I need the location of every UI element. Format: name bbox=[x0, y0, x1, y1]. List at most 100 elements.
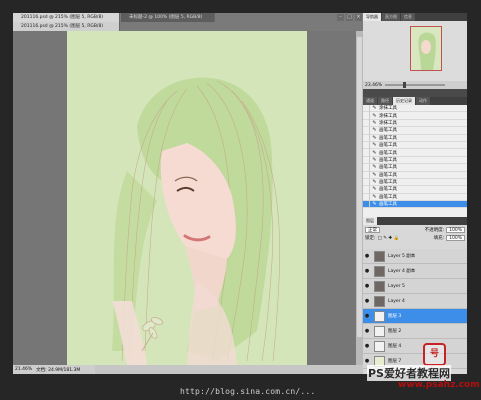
layer-row[interactable]: ● 图层 3 bbox=[363, 309, 467, 324]
layer-row[interactable]: ● Layer 4 副本 bbox=[363, 264, 467, 279]
layer-row[interactable]: ● 图层 4 bbox=[363, 339, 467, 354]
history-snapshot-checkbox[interactable] bbox=[363, 156, 370, 164]
history-item-label: 画笔工具 bbox=[379, 187, 397, 193]
brush-icon: ✎ bbox=[372, 201, 377, 208]
layer-row[interactable]: ● Layer 4 bbox=[363, 294, 467, 309]
history-tabs: 通道 路径 历史记录 动作 bbox=[363, 97, 467, 105]
blend-mode-select[interactable]: 正常 bbox=[365, 227, 380, 233]
history-item-label: 涂抹工具 bbox=[379, 120, 397, 126]
fill-label: 填充: bbox=[433, 236, 445, 241]
history-item[interactable]: ✎ 画笔工具 bbox=[363, 134, 467, 142]
history-snapshot-checkbox[interactable] bbox=[363, 200, 370, 208]
navigator-zoom-value[interactable]: 23.46% bbox=[365, 83, 382, 88]
eye-icon[interactable]: ● bbox=[363, 253, 371, 259]
history-snapshot-checkbox[interactable] bbox=[363, 104, 370, 112]
eye-icon[interactable]: ● bbox=[363, 268, 371, 274]
tab-actions[interactable]: 动作 bbox=[416, 97, 430, 105]
watermark-site-name: PS爱好者教程网 bbox=[367, 365, 451, 381]
history-item[interactable]: ✎ 画笔工具 bbox=[363, 163, 467, 172]
history-snapshot-checkbox[interactable] bbox=[363, 126, 370, 134]
eye-icon[interactable]: ● bbox=[363, 283, 371, 289]
fill-input[interactable]: 100% bbox=[446, 235, 465, 241]
layer-options: 正常 不透明度: 100% 锁定: □ ✎ ✚ 🔒 填充: 100% bbox=[363, 225, 467, 249]
history-snapshot-checkbox[interactable] bbox=[363, 141, 370, 149]
maximize-button[interactable]: □ bbox=[346, 14, 353, 21]
layer-thumbnail bbox=[374, 310, 385, 322]
history-snapshot-checkbox[interactable] bbox=[363, 186, 370, 193]
eye-icon[interactable]: ● bbox=[363, 343, 371, 349]
document-tab-title[interactable]: 201116.psd @ 215% (图层 5, RGB/8) bbox=[13, 22, 120, 31]
eye-icon[interactable]: ● bbox=[363, 313, 371, 319]
tab-history[interactable]: 历史记录 bbox=[393, 97, 415, 105]
history-item-label: 画笔工具 bbox=[379, 180, 397, 186]
history-snapshot-checkbox[interactable] bbox=[363, 178, 370, 186]
layer-thumbnail bbox=[374, 265, 385, 277]
history-snapshot-checkbox[interactable] bbox=[363, 134, 370, 142]
history-snapshot-checkbox[interactable] bbox=[363, 163, 370, 171]
painting-illustration bbox=[67, 31, 307, 365]
history-item[interactable]: ✎ 画笔工具 bbox=[363, 156, 467, 165]
history-item-label: 画笔工具 bbox=[379, 157, 397, 163]
history-item[interactable]: ✎ 画笔工具 bbox=[363, 171, 467, 179]
history-snapshot-checkbox[interactable] bbox=[363, 112, 370, 120]
navigator-thumbnail[interactable] bbox=[410, 26, 442, 71]
history-snapshot-checkbox[interactable] bbox=[363, 193, 370, 201]
history-item[interactable]: ✎ 画笔工具 bbox=[363, 178, 467, 187]
layer-thumbnail bbox=[374, 325, 385, 337]
painting-canvas[interactable] bbox=[67, 31, 307, 365]
layer-row[interactable]: ● 图层 2 bbox=[363, 324, 467, 339]
history-item[interactable]: ✎ 画笔工具 bbox=[363, 200, 467, 209]
layer-row[interactable]: ● Layer 5 副本 bbox=[363, 249, 467, 264]
layer-thumbnail bbox=[374, 340, 385, 352]
history-item[interactable]: ✎ 涂抹工具 bbox=[363, 112, 467, 120]
zoom-slider[interactable] bbox=[385, 82, 446, 88]
layers-tabs: 图层 bbox=[363, 217, 467, 225]
history-item[interactable]: ✎ 画笔工具 bbox=[363, 186, 467, 194]
brush-icon: ✎ bbox=[372, 127, 377, 134]
opacity-input[interactable]: 100% bbox=[446, 227, 465, 233]
eye-icon[interactable]: ● bbox=[363, 298, 371, 304]
panels-column: 导航器 直方图 信息 23.46% 通道 路径 历史记录 动作 ✎ 涂抹工具 ✎… bbox=[363, 13, 467, 374]
history-item[interactable]: ✎ 画笔工具 bbox=[363, 141, 467, 150]
document-tab-inactive[interactable]: 未标题-2 @ 100% (图层 5, RGB/8) bbox=[121, 13, 215, 22]
history-snapshot-checkbox[interactable] bbox=[363, 119, 370, 127]
horizontal-scrollbar[interactable] bbox=[95, 365, 363, 374]
history-snapshot-checkbox[interactable] bbox=[363, 149, 370, 157]
layer-name: Layer 5 bbox=[388, 283, 405, 289]
navigator-preview bbox=[411, 27, 441, 70]
layer-list: ● Layer 5 副本 ● Layer 4 副本 ● Layer 5 ● Layer 4 ● 图… bbox=[363, 249, 467, 369]
tab-info[interactable]: 信息 bbox=[401, 13, 415, 21]
history-item[interactable]: ✎ 涂抹工具 bbox=[363, 119, 467, 128]
vertical-scrollbar[interactable] bbox=[356, 31, 363, 365]
status-bar: 21.46% 文档: 24.9M/181.3M bbox=[13, 365, 95, 374]
opacity-label: 不透明度: bbox=[424, 228, 445, 233]
minimize-button[interactable]: – bbox=[337, 14, 344, 21]
history-item[interactable]: ✎ 画笔工具 bbox=[363, 126, 467, 135]
tab-layers[interactable]: 图层 bbox=[363, 217, 377, 225]
layer-name: 图层 3 bbox=[388, 314, 402, 319]
close-button[interactable]: × bbox=[355, 14, 362, 21]
tab-navigator[interactable]: 导航器 bbox=[363, 13, 381, 21]
tab-histogram[interactable]: 直方图 bbox=[382, 13, 400, 21]
tab-paths[interactable]: 路径 bbox=[378, 97, 392, 105]
brush-icon: ✎ bbox=[372, 119, 377, 126]
brush-icon: ✎ bbox=[372, 164, 377, 171]
history-snapshot-checkbox[interactable] bbox=[363, 171, 370, 179]
brush-icon: ✎ bbox=[372, 156, 377, 163]
watermark-site-url: www.psahz.com bbox=[398, 380, 480, 390]
lock-icons[interactable]: □ ✎ ✚ 🔒 bbox=[378, 236, 400, 241]
layer-name: Layer 5 副本 bbox=[388, 254, 416, 259]
layer-row[interactable]: ● Layer 5 bbox=[363, 279, 467, 294]
history-item[interactable]: ✎ 涂抹工具 bbox=[363, 104, 467, 113]
history-item-label: 画笔工具 bbox=[379, 194, 397, 200]
canvas-area[interactable] bbox=[13, 31, 356, 365]
history-item-label: 画笔工具 bbox=[379, 135, 397, 141]
layer-name: Layer 4 副本 bbox=[388, 269, 416, 274]
eye-icon[interactable]: ● bbox=[363, 328, 371, 334]
brush-icon: ✎ bbox=[372, 171, 377, 178]
document-tab-active[interactable]: 201116.psd @ 215% (图层 5, RGB/8) bbox=[13, 13, 120, 22]
history-item[interactable]: ✎ 画笔工具 bbox=[363, 193, 467, 202]
watermark-blog-url: http://blog.sina.com.cn/... bbox=[180, 387, 316, 396]
history-item[interactable]: ✎ 画笔工具 bbox=[363, 149, 467, 157]
eye-icon[interactable]: ● bbox=[363, 358, 371, 364]
